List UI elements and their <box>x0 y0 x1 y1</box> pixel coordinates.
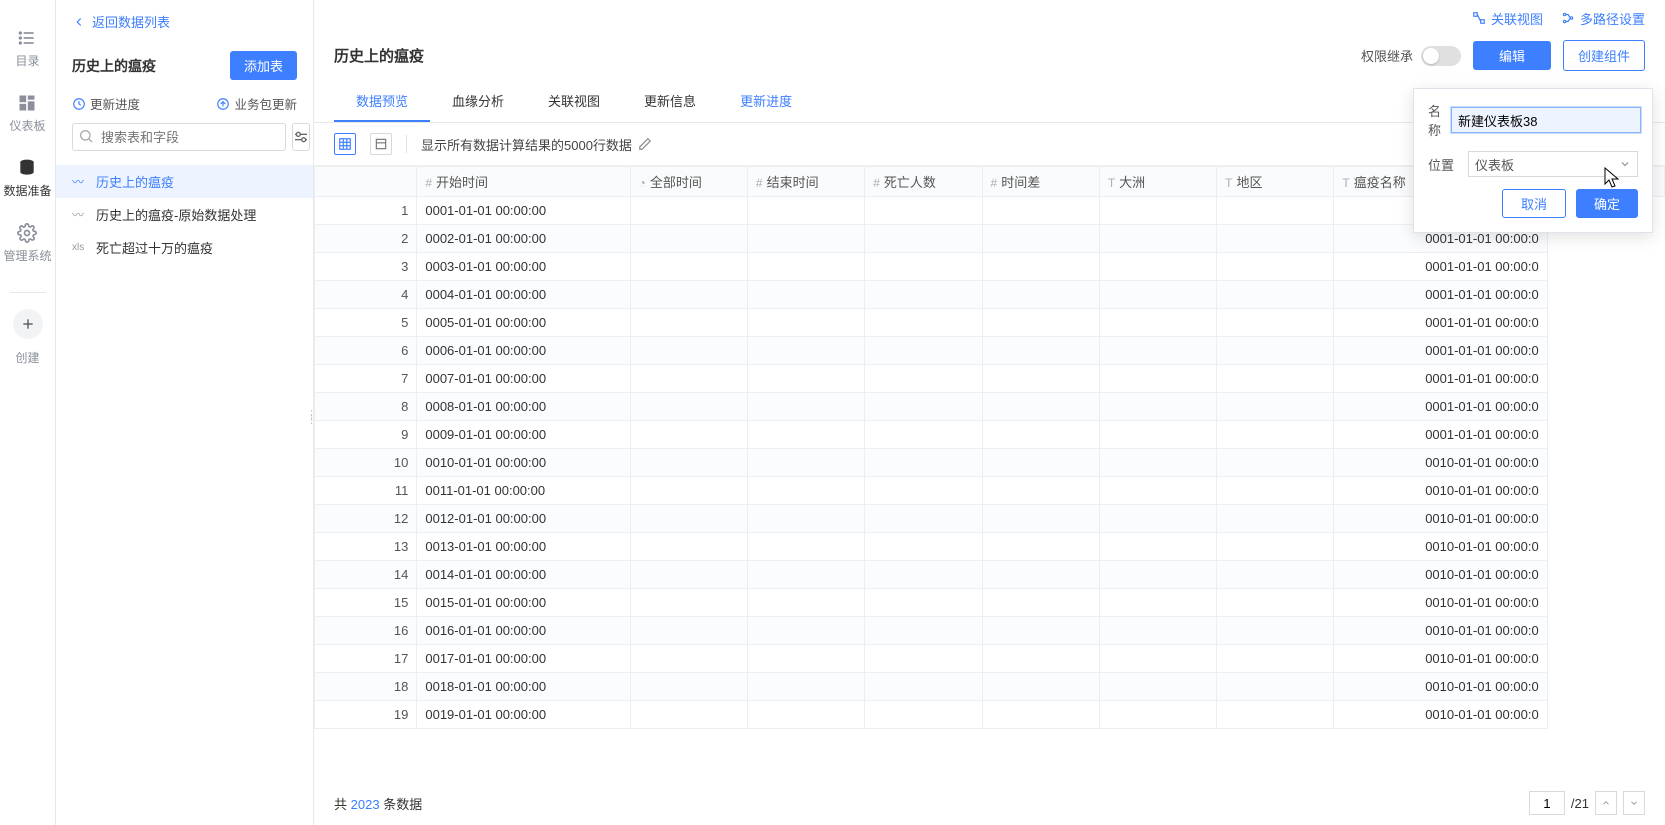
branch-icon <box>1561 11 1575 25</box>
sidebar-tree: 〰 历史上的瘟疫 〰 历史上的瘟疫-原始数据处理 xls 死亡超过十万的瘟疫 <box>56 161 313 268</box>
tree-item-1[interactable]: 〰 历史上的瘟疫-原始数据处理 <box>56 198 313 231</box>
search-icon <box>78 128 94 144</box>
col-header[interactable]: ◔全部时间 <box>630 167 747 197</box>
chevron-down-icon <box>1629 798 1639 808</box>
table-row[interactable]: 7 0007-01-01 00:00:00 0001-01-01 00:00:0 <box>315 365 1665 393</box>
table-row[interactable]: 12 0012-01-01 00:00:00 0010-01-01 00:00:… <box>315 505 1665 533</box>
popover-ok-button[interactable]: 确定 <box>1576 189 1638 218</box>
table-row[interactable]: 5 0005-01-01 00:00:00 0001-01-01 00:00:0 <box>315 309 1665 337</box>
row-count: 共 2023 条数据 <box>334 794 422 813</box>
main: 关联视图 多路径设置 历史上的瘟疫 权限继承 编辑 创建组件 数据预览 血缘分析… <box>314 0 1665 825</box>
chart-line-icon: 〰 <box>72 173 88 190</box>
filter-button[interactable] <box>292 123 310 151</box>
back-link[interactable]: 返回数据列表 <box>72 12 297 31</box>
tab-data-preview[interactable]: 数据预览 <box>334 81 430 122</box>
rail-divider <box>10 292 46 293</box>
nav-rail: 目录 仪表板 数据准备 管理系统 创建 <box>0 0 56 825</box>
col-header[interactable]: #开始时间 <box>417 167 630 197</box>
page-prev-button[interactable] <box>1595 791 1617 815</box>
col-header[interactable]: T地区 <box>1217 167 1334 197</box>
row-limit-info: 显示所有数据计算结果的5000行数据 <box>421 135 632 154</box>
xls-icon: xls <box>72 242 88 253</box>
table-row[interactable]: 19 0019-01-01 00:00:00 0010-01-01 00:00:… <box>315 701 1665 729</box>
tree-item-0[interactable]: 〰 历史上的瘟疫 <box>56 165 313 198</box>
table-row[interactable]: 9 0009-01-01 00:00:00 0001-01-01 00:00:0 <box>315 421 1665 449</box>
col-header[interactable]: T大洲 <box>1099 167 1216 197</box>
rail-item-create[interactable]: 创建 <box>13 309 43 366</box>
divider <box>406 135 407 153</box>
update-progress-link[interactable]: 更新进度 <box>72 94 140 113</box>
chevron-down-icon <box>1619 158 1631 170</box>
pencil-icon <box>638 137 652 151</box>
toplink-multipath[interactable]: 多路径设置 <box>1561 9 1645 28</box>
table-row[interactable]: 3 0003-01-01 00:00:00 0001-01-01 00:00:0 <box>315 253 1665 281</box>
database-icon <box>17 158 37 178</box>
rail-item-catalog[interactable]: 目录 <box>15 28 39 69</box>
tree-item-2[interactable]: xls 死亡超过十万的瘟疫 <box>56 231 313 264</box>
table-row[interactable]: 15 0015-01-01 00:00:00 0010-01-01 00:00:… <box>315 589 1665 617</box>
pager: /21 <box>1529 791 1645 815</box>
table-row[interactable]: 14 0014-01-01 00:00:00 0010-01-01 00:00:… <box>315 561 1665 589</box>
chart-line-icon: 〰 <box>72 206 88 223</box>
col-header[interactable]: #结束时间 <box>747 167 864 197</box>
table-row[interactable]: 13 0013-01-01 00:00:00 0010-01-01 00:00:… <box>315 533 1665 561</box>
toplink-relation-view[interactable]: 关联视图 <box>1472 9 1543 28</box>
tab-update-progress[interactable]: 更新进度 <box>718 81 814 122</box>
sidebar-title: 历史上的瘟疫 <box>72 56 156 76</box>
data-table: #开始时间◔全部时间#结束时间#死亡人数#时间差T大洲T地区T瘟疫名称◔疫情发…… <box>314 166 1665 729</box>
view-detail-button[interactable] <box>370 133 392 155</box>
table-row[interactable]: 4 0004-01-01 00:00:00 0001-01-01 00:00:0 <box>315 281 1665 309</box>
grid-icon <box>374 137 388 151</box>
tab-relation-view[interactable]: 关联视图 <box>526 81 622 122</box>
dashboard-icon <box>17 93 37 113</box>
page-title: 历史上的瘟疫 <box>334 45 424 66</box>
search-input[interactable] <box>72 123 286 151</box>
table-row[interactable]: 10 0010-01-01 00:00:00 0010-01-01 00:00:… <box>315 449 1665 477</box>
table-icon <box>338 137 352 151</box>
inherit-toggle-wrap: 权限继承 <box>1361 46 1461 66</box>
table-row[interactable]: 18 0018-01-01 00:00:00 0010-01-01 00:00:… <box>315 673 1665 701</box>
edit-limit-button[interactable] <box>638 137 652 151</box>
arrow-left-icon <box>72 15 86 29</box>
table-row[interactable]: 6 0006-01-01 00:00:00 0001-01-01 00:00:0 <box>315 337 1665 365</box>
col-header[interactable]: #时间差 <box>982 167 1099 197</box>
upload-icon <box>216 97 230 111</box>
refresh-icon <box>72 97 86 111</box>
popover-loc-label: 位置 <box>1428 155 1458 174</box>
popover-loc-select[interactable]: 仪表板 <box>1468 151 1638 177</box>
rail-item-dashboard[interactable]: 仪表板 <box>9 93 45 134</box>
settings-icon <box>293 129 309 145</box>
gear-icon <box>17 223 37 243</box>
edit-button[interactable]: 编辑 <box>1473 41 1551 70</box>
create-widget-button[interactable]: 创建组件 <box>1563 40 1645 71</box>
biz-update-link[interactable]: 业务包更新 <box>216 94 297 113</box>
popover-cancel-button[interactable]: 取消 <box>1502 189 1566 218</box>
table-row[interactable]: 17 0017-01-01 00:00:00 0010-01-01 00:00:… <box>315 645 1665 673</box>
page-next-button[interactable] <box>1623 791 1645 815</box>
view-table-button[interactable] <box>334 133 356 155</box>
table-row[interactable]: 8 0008-01-01 00:00:00 0001-01-01 00:00:0 <box>315 393 1665 421</box>
tab-lineage[interactable]: 血缘分析 <box>430 81 526 122</box>
table-row[interactable]: 16 0016-01-01 00:00:00 0010-01-01 00:00:… <box>315 617 1665 645</box>
inherit-toggle[interactable] <box>1421 46 1461 66</box>
add-table-button[interactable]: 添加表 <box>230 51 297 80</box>
plus-icon <box>13 309 43 339</box>
table-row[interactable]: 11 0011-01-01 00:00:00 0010-01-01 00:00:… <box>315 477 1665 505</box>
popover-name-label: 名称 <box>1428 101 1441 139</box>
rail-item-dataprep[interactable]: 数据准备 <box>3 158 51 199</box>
tab-update-info[interactable]: 更新信息 <box>622 81 718 122</box>
page-input[interactable] <box>1529 791 1565 815</box>
chevron-up-icon <box>1601 798 1611 808</box>
popover-name-input[interactable] <box>1451 107 1641 133</box>
create-widget-popover: 名称 位置 仪表板 取消 确定 <box>1413 88 1653 233</box>
page-total: /21 <box>1571 796 1589 811</box>
list-icon <box>17 28 37 48</box>
sidebar: 返回数据列表 历史上的瘟疫 添加表 更新进度 业务包更新 <box>56 0 314 825</box>
rail-item-admin[interactable]: 管理系统 <box>3 223 51 264</box>
relation-icon <box>1472 11 1486 25</box>
col-header[interactable]: #死亡人数 <box>865 167 982 197</box>
